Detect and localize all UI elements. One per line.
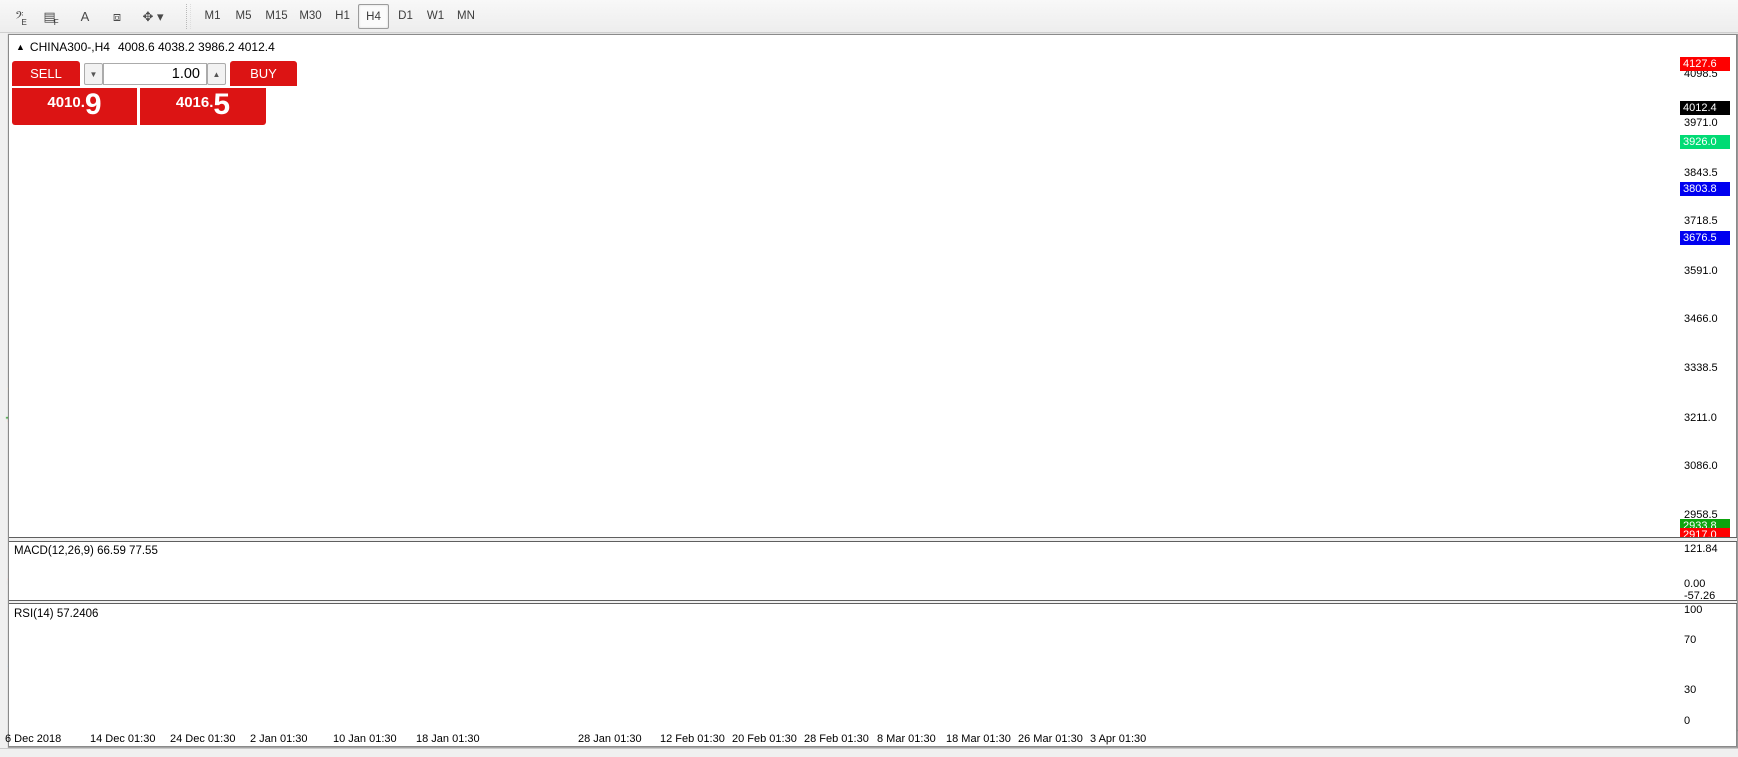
timeframe-button-m1[interactable]: M1 bbox=[199, 4, 226, 29]
timeframe-button-h4[interactable]: H4 bbox=[358, 4, 389, 29]
axis-tick-label: 30 bbox=[1684, 684, 1697, 696]
one-click-trade-panel: SELL ▼ ▲ BUY 4010. 9 4016. 5 bbox=[12, 61, 297, 125]
axis-tick-label: 3843.5 bbox=[1684, 167, 1718, 179]
macd-indicator-label: MACD(12,26,9) 66.59 77.55 bbox=[14, 545, 158, 557]
chart-window-frame bbox=[8, 34, 1737, 747]
main-toolbar: 𝄢E ▤F A ⧈ ✥ ▾ M1 M5 M15 M30 H1 H4 D1 W1 MN bbox=[0, 0, 1738, 33]
timeframe-button-m15[interactable]: M15 bbox=[261, 4, 292, 29]
timeline-label: 3 Apr 01:30 bbox=[1090, 733, 1147, 745]
timeline-label: 8 Mar 01:30 bbox=[877, 733, 936, 745]
pane-splitter-macd[interactable] bbox=[9, 537, 1737, 542]
axis-tick-label: 100 bbox=[1684, 604, 1703, 616]
timeline-label: 28 Jan 01:30 bbox=[578, 733, 642, 745]
symbol-name: CHINA300-,H4 bbox=[29, 40, 110, 54]
pane-splitter-rsi[interactable] bbox=[9, 600, 1737, 604]
axis-tick-label: 0 bbox=[1684, 715, 1691, 727]
timeframe-button-m30[interactable]: M30 bbox=[295, 4, 326, 29]
axis-tick-label: 121.84 bbox=[1684, 543, 1718, 555]
axis-tick-label: 70 bbox=[1684, 634, 1697, 646]
sell-price-big-digit: 9 bbox=[84, 88, 102, 121]
sell-price-button[interactable]: 4010. 9 bbox=[12, 88, 137, 125]
text-box-icon[interactable]: ⧈ bbox=[104, 4, 130, 29]
buy-price-button[interactable]: 4016. 5 bbox=[140, 88, 266, 125]
cursor-mode-icon[interactable]: ✥ ▾ bbox=[140, 4, 166, 29]
timeline-label: 28 Feb 01:30 bbox=[804, 733, 869, 745]
rsi-indicator-label: RSI(14) 57.2406 bbox=[14, 608, 99, 620]
buy-price-small: 4016. bbox=[175, 94, 214, 111]
timeframe-button-h1[interactable]: H1 bbox=[329, 4, 356, 29]
axis-tick-label: 3211.0 bbox=[1684, 412, 1717, 424]
price-badge: 4127.6 bbox=[1680, 57, 1730, 71]
timeline-label: 2 Jan 01:30 bbox=[250, 733, 308, 745]
chart-symbol-header: ▲ CHINA300-,H4 4008.6 4038.2 3986.2 4012.4 bbox=[16, 40, 275, 54]
timeframe-button-m5[interactable]: M5 bbox=[230, 4, 257, 29]
sell-button[interactable]: SELL bbox=[12, 61, 80, 86]
price-badge: 4012.4 bbox=[1680, 101, 1730, 115]
timeline-label: 12 Feb 01:30 bbox=[660, 733, 725, 745]
axis-tick-label: 3466.0 bbox=[1684, 313, 1718, 325]
buy-price-big-digit: 5 bbox=[213, 88, 231, 121]
timeline-label: 18 Jan 01:30 bbox=[416, 733, 480, 745]
ohlc-values: 4008.6 4038.2 3986.2 4012.4 bbox=[117, 40, 275, 54]
timeframe-button-d1[interactable]: D1 bbox=[392, 4, 419, 29]
axis-tick-label: 3591.0 bbox=[1684, 265, 1718, 277]
volume-decrease-button[interactable]: ▼ bbox=[84, 63, 103, 85]
axis-tick-label: 3338.5 bbox=[1684, 362, 1718, 374]
timeframe-button-w1[interactable]: W1 bbox=[422, 4, 449, 29]
price-badge: 3926.0 bbox=[1680, 135, 1730, 149]
status-bar bbox=[0, 748, 1738, 757]
collapse-icon[interactable]: ▲ bbox=[16, 42, 25, 52]
timeline-label: 18 Mar 01:30 bbox=[946, 733, 1011, 745]
timeline-label: 6 Dec 2018 bbox=[5, 733, 62, 745]
timeline-label: 20 Feb 01:30 bbox=[732, 733, 797, 745]
timeline-label: 24 Dec 01:30 bbox=[170, 733, 236, 745]
expert-advisors-icon[interactable]: 𝄢E bbox=[8, 4, 34, 29]
axis-tick-label: 3971.0 bbox=[1684, 117, 1718, 129]
timeframe-button-mn[interactable]: MN bbox=[452, 4, 480, 29]
axis-tick-label: 3086.0 bbox=[1684, 460, 1718, 472]
toolbar-separator bbox=[186, 4, 191, 29]
axis-tick-label: 0.00 bbox=[1684, 578, 1706, 590]
volume-increase-button[interactable]: ▲ bbox=[207, 63, 226, 85]
buy-button[interactable]: BUY bbox=[230, 61, 297, 86]
axis-tick-label: 3718.5 bbox=[1684, 215, 1718, 227]
mt4-window: { "toolbar": { "icons": [ { "name": "exp… bbox=[0, 0, 1738, 757]
trade-panel-row: SELL ▼ ▲ BUY bbox=[12, 61, 297, 86]
sell-price-small: 4010. bbox=[47, 94, 85, 111]
timeline-label: 26 Mar 01:30 bbox=[1018, 733, 1083, 745]
data-grid-icon[interactable]: ▤F bbox=[38, 4, 64, 29]
timeline-label: 10 Jan 01:30 bbox=[333, 733, 397, 745]
volume-input[interactable] bbox=[103, 63, 207, 85]
text-label-icon[interactable]: A bbox=[72, 4, 98, 29]
price-badge: 3803.8 bbox=[1680, 182, 1730, 196]
price-badge: 3676.5 bbox=[1680, 231, 1730, 245]
timeline-label: 14 Dec 01:30 bbox=[90, 733, 156, 745]
